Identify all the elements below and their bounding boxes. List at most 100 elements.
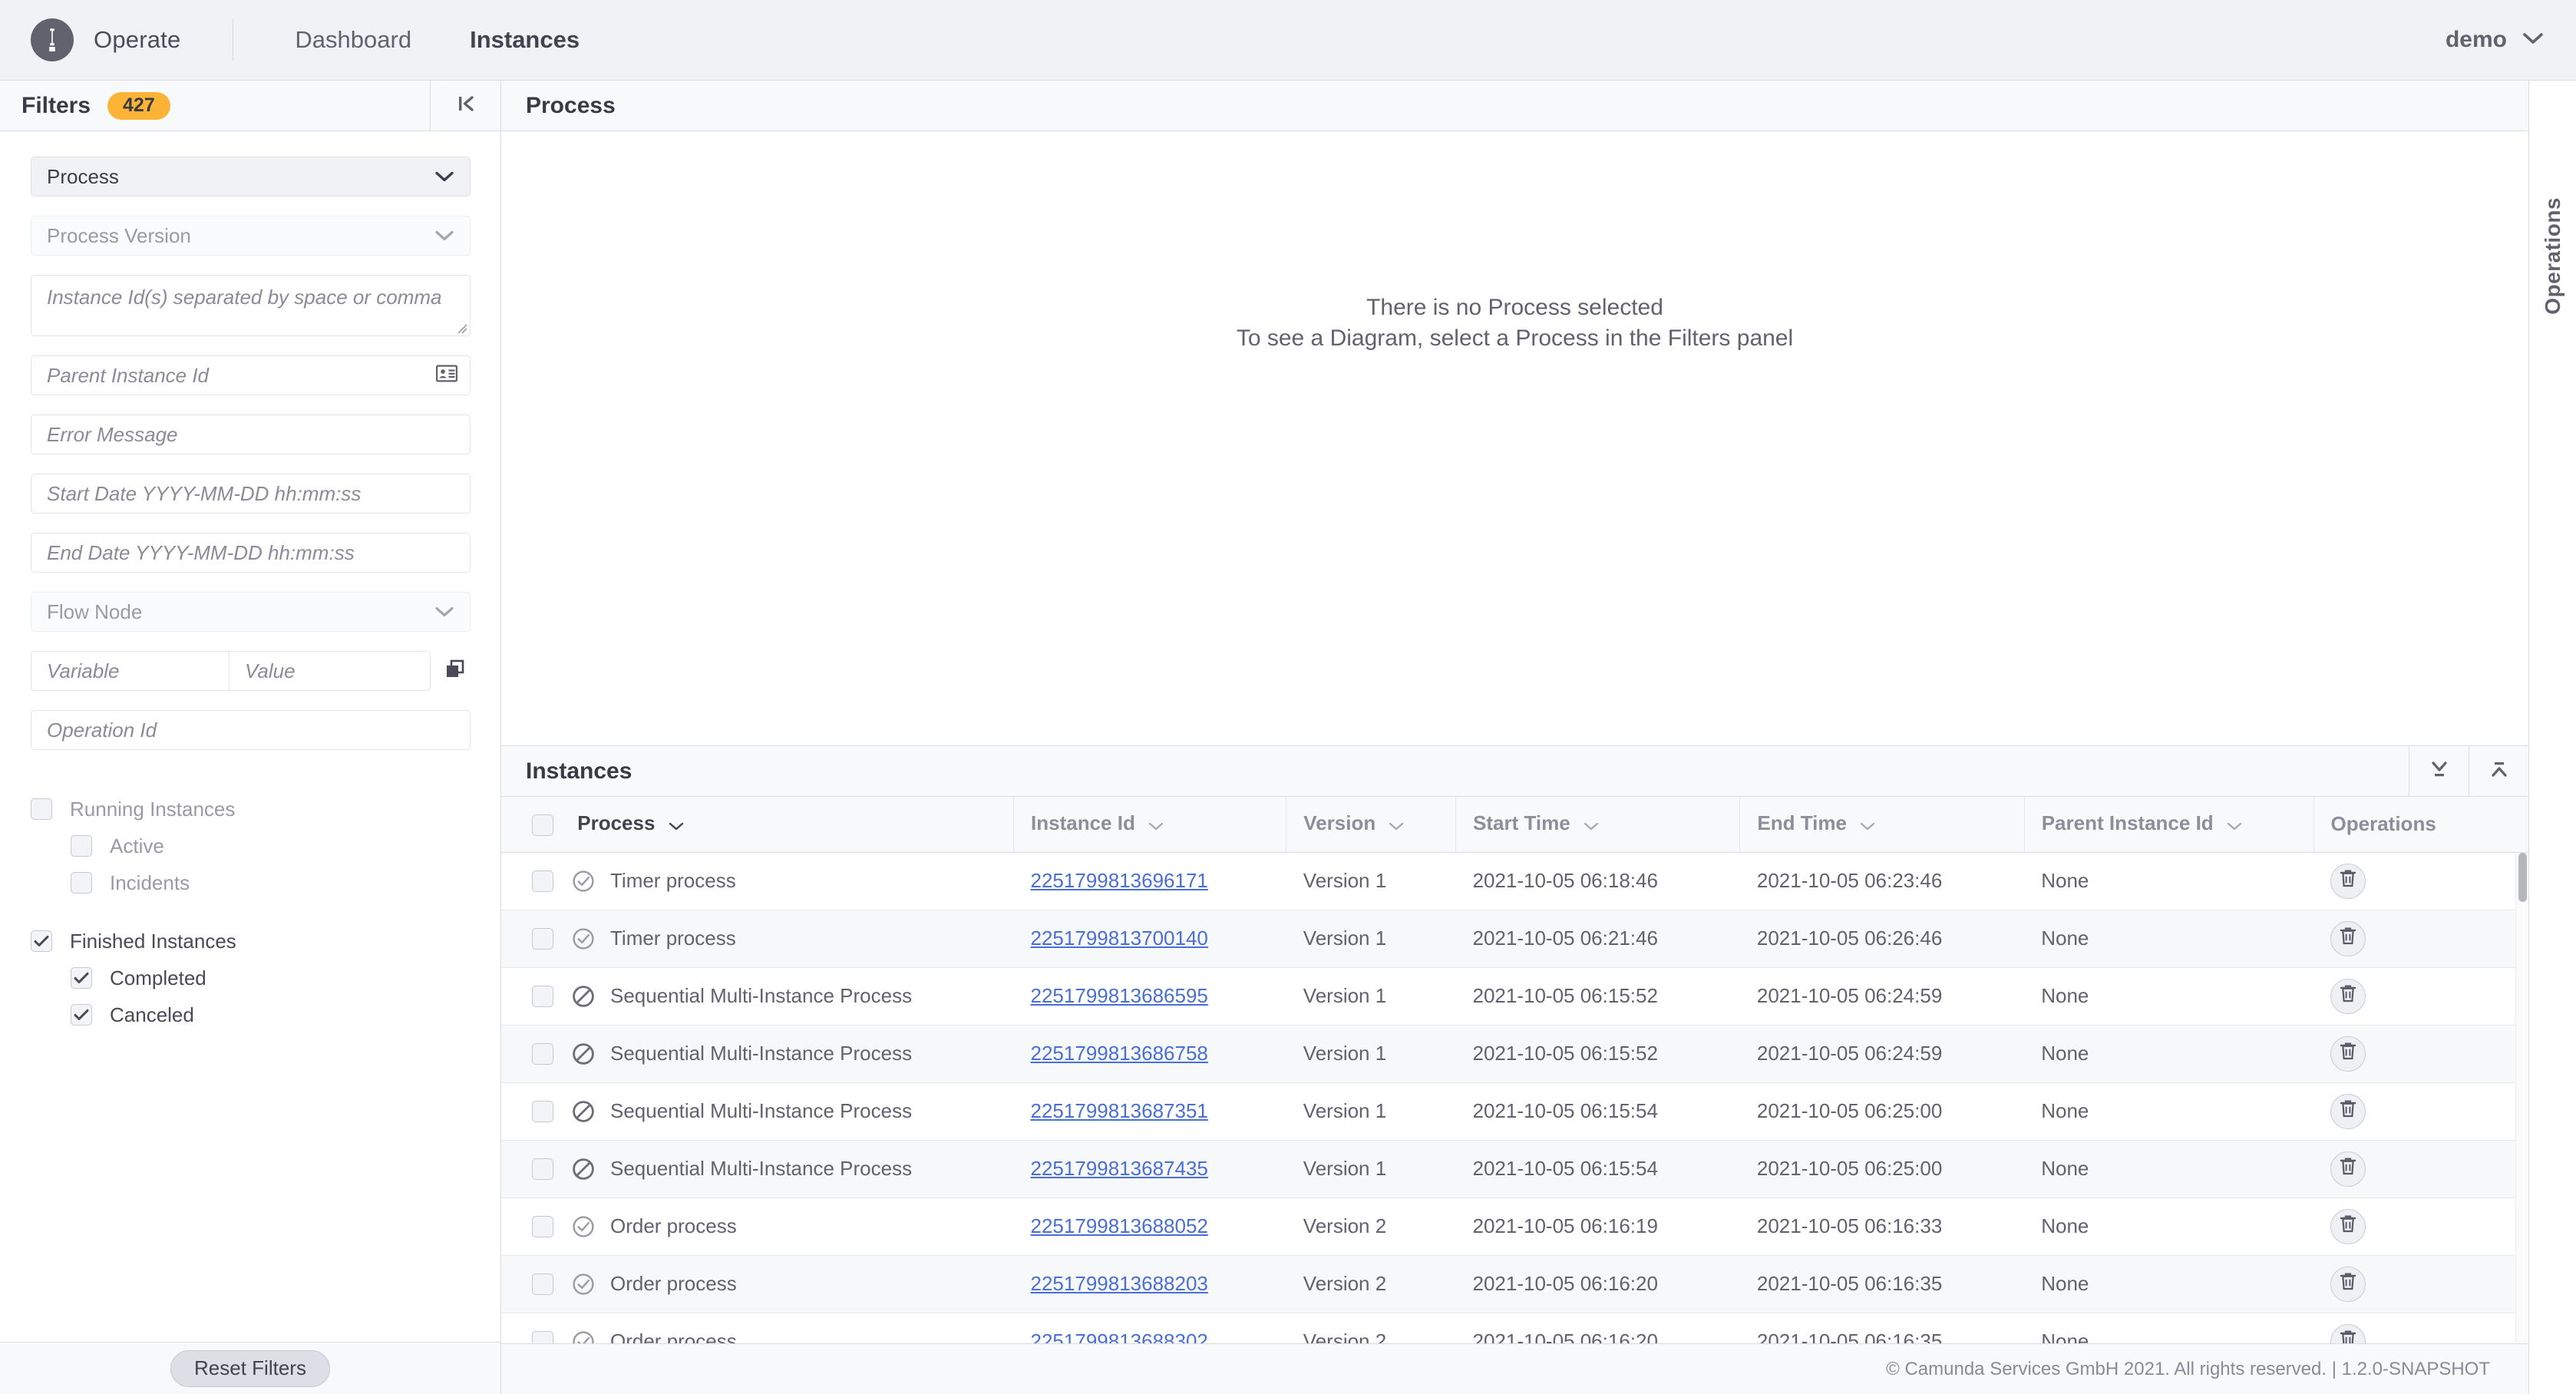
checkbox-active[interactable]: Active	[31, 827, 470, 864]
table-row[interactable]: Timer process2251799813696171Version 120…	[501, 852, 2528, 910]
row-select-checkbox[interactable]	[532, 1043, 553, 1065]
start-date-input[interactable]: Start Date YYYY-MM-DD hh:mm:ss	[31, 474, 471, 514]
row-select-checkbox[interactable]	[532, 1216, 553, 1237]
process-panel-header: Process	[501, 81, 2528, 131]
checkbox-canceled[interactable]: Canceled	[31, 996, 470, 1033]
resize-handle-icon[interactable]	[455, 322, 467, 334]
column-header-parent-instance-id[interactable]: Parent Instance Id	[2024, 797, 2313, 852]
instance-id-link[interactable]: 2251799813687435	[1031, 1157, 1208, 1180]
copy-layers-icon[interactable]	[444, 659, 466, 684]
empty-state-line-2: To see a Diagram, select a Process in th…	[1237, 323, 1793, 354]
operation-id-input[interactable]: Operation Id	[31, 710, 471, 750]
process-empty-state: There is no Process selected To see a Di…	[501, 131, 2528, 745]
nav-item-dashboard[interactable]: Dashboard	[266, 26, 441, 54]
expand-up-button[interactable]	[2469, 746, 2528, 796]
table-row[interactable]: Sequential Multi-Instance Process 2251799…	[501, 967, 2528, 1025]
table-row[interactable]: Order process2251799813688302Version 220…	[501, 1313, 2528, 1343]
row-select-checkbox[interactable]	[532, 928, 553, 950]
instance-id-link[interactable]: 2251799813688302	[1031, 1330, 1208, 1343]
delete-instance-button[interactable]	[2330, 1267, 2366, 1302]
flow-node-select[interactable]: Flow Node	[31, 592, 471, 632]
delete-instance-button[interactable]	[2330, 921, 2366, 956]
cell-process: Timer process	[501, 910, 1014, 967]
user-menu[interactable]: demo	[2446, 27, 2544, 53]
cell-version: Version 2	[1286, 1313, 1456, 1343]
chevron-down-icon	[1584, 813, 1599, 836]
instance-id-link[interactable]: 2251799813686595	[1031, 984, 1208, 1007]
row-select-checkbox[interactable]	[532, 1273, 553, 1295]
cell-instance-id: 2251799813686758	[1014, 1025, 1286, 1082]
state-completed-icon	[572, 870, 595, 893]
delete-instance-button[interactable]	[2330, 1209, 2366, 1244]
instances-table-scrollbar[interactable]	[2515, 853, 2528, 1343]
row-select-checkbox[interactable]	[532, 1101, 553, 1122]
table-row[interactable]: Sequential Multi-Instance Process2251799…	[501, 1082, 2528, 1140]
cell-process: Sequential Multi-Instance Process	[501, 967, 1014, 1025]
cell-instance-id: 2251799813688302	[1014, 1313, 1286, 1343]
variable-value-input[interactable]: Value	[229, 651, 431, 691]
state-completed-icon	[572, 1330, 595, 1344]
instance-ids-textarea[interactable]: Instance Id(s) separated by space or com…	[31, 275, 471, 336]
instance-id-link[interactable]: 2251799813687351	[1031, 1099, 1208, 1122]
brand[interactable]: Operate	[31, 18, 180, 61]
column-header-instance-id[interactable]: Instance Id	[1014, 797, 1286, 852]
delete-instance-button[interactable]	[2330, 1324, 2366, 1344]
process-panel-title: Process	[526, 93, 616, 119]
main-nav: Dashboard Instances	[266, 26, 609, 54]
checkbox-completed[interactable]: Completed	[31, 960, 470, 996]
process-name: Order process	[610, 1330, 737, 1343]
cell-parent-instance-id: None	[2024, 1025, 2313, 1082]
checkbox-incidents[interactable]: Incidents	[31, 864, 470, 901]
delete-instance-button[interactable]	[2330, 1151, 2366, 1187]
error-message-input[interactable]: Error Message	[31, 415, 471, 454]
process-select[interactable]: Process	[31, 157, 471, 197]
collapse-down-button[interactable]	[2409, 746, 2469, 796]
table-row[interactable]: Sequential Multi-Instance Process 2251799…	[501, 1140, 2528, 1197]
instance-id-link[interactable]: 2251799813688052	[1031, 1214, 1208, 1237]
cell-instance-id: 2251799813686595	[1014, 967, 1286, 1025]
id-card-icon[interactable]	[436, 364, 457, 388]
column-header-start-time[interactable]: Start Time	[1456, 797, 1740, 852]
state-canceled-icon	[572, 985, 595, 1008]
cell-end-time: 2021-10-05 06:25:00	[1740, 1140, 2024, 1197]
start-date-placeholder: Start Date YYYY-MM-DD hh:mm:ss	[47, 482, 361, 506]
instance-id-link[interactable]: 2251799813688203	[1031, 1272, 1208, 1295]
row-select-checkbox[interactable]	[532, 986, 553, 1007]
instance-id-link[interactable]: 2251799813686758	[1031, 1042, 1208, 1065]
process-name: Sequential Multi-Instance Process	[610, 984, 912, 1008]
parent-instance-id-input[interactable]: Parent Instance Id	[31, 355, 471, 395]
process-version-select[interactable]: Process Version	[31, 216, 471, 256]
select-all-checkbox[interactable]	[532, 814, 553, 836]
row-select-checkbox[interactable]	[532, 870, 553, 892]
instance-id-link[interactable]: 2251799813696171	[1031, 869, 1208, 892]
trash-icon	[2339, 1156, 2357, 1181]
column-header-process[interactable]: Process	[501, 797, 1014, 852]
delete-instance-button[interactable]	[2330, 1094, 2366, 1129]
table-row[interactable]: Order process2251799813688203Version 220…	[501, 1255, 2528, 1313]
instance-id-link[interactable]: 2251799813700140	[1031, 927, 1208, 950]
table-row[interactable]: Timer process2251799813700140Version 120…	[501, 910, 2528, 967]
state-completed-icon	[572, 1273, 595, 1296]
delete-instance-button[interactable]	[2330, 979, 2366, 1014]
variable-value-placeholder: Value	[245, 659, 296, 683]
table-row[interactable]: Order process2251799813688052Version 220…	[501, 1197, 2528, 1255]
row-select-checkbox[interactable]	[532, 1158, 553, 1180]
checkbox-finished-instances[interactable]: Finished Instances	[31, 923, 470, 960]
delete-instance-button[interactable]	[2330, 864, 2366, 899]
instances-table-body: Timer process2251799813696171Version 120…	[501, 852, 2528, 1343]
table-row[interactable]: Sequential Multi-Instance Process2251799…	[501, 1025, 2528, 1082]
column-header-end-time[interactable]: End Time	[1740, 797, 2024, 852]
operations-panel-tab[interactable]: Operations	[2528, 81, 2576, 1394]
cell-process: Sequential Multi-Instance Process	[501, 1140, 1014, 1197]
cell-start-time: 2021-10-05 06:18:46	[1456, 852, 1740, 910]
nav-item-instances[interactable]: Instances	[441, 26, 609, 54]
variable-name-input[interactable]: Variable	[31, 651, 229, 691]
end-date-input[interactable]: End Date YYYY-MM-DD hh:mm:ss	[31, 533, 471, 573]
scrollbar-thumb[interactable]	[2518, 853, 2527, 902]
reset-filters-button[interactable]: Reset Filters	[170, 1350, 330, 1387]
checkbox-running-instances[interactable]: Running Instances	[31, 791, 470, 827]
column-header-version[interactable]: Version	[1286, 797, 1456, 852]
delete-instance-button[interactable]	[2330, 1036, 2366, 1072]
row-select-checkbox[interactable]	[532, 1331, 553, 1344]
collapse-filters-button[interactable]	[430, 81, 500, 130]
